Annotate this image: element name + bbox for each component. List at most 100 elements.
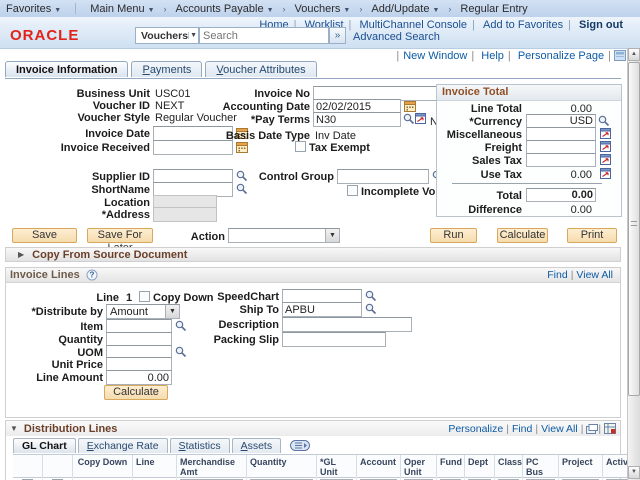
currency-detail-icon[interactable] (600, 128, 611, 139)
supplier-id-label: Supplier ID (10, 171, 150, 183)
tab-invoice-information[interactable]: Invoice Information (5, 61, 128, 77)
view-all-link[interactable]: View All (576, 269, 613, 281)
lookup-icon[interactable] (365, 303, 377, 315)
grid-col-line: Line (133, 455, 177, 477)
main-menu[interactable]: Main Menu▼ (84, 3, 160, 15)
multichannel-console-link[interactable]: MultiChannel Console (359, 19, 467, 31)
calendar-icon[interactable] (236, 141, 248, 153)
invoice-no-label: Invoice No (170, 88, 310, 100)
copy-url-icon[interactable] (614, 50, 626, 61)
speedchart-label: SpeedChart (179, 291, 279, 303)
invoice-lines-section: Invoice Lines ? Find|View All Line 1 Cop… (5, 267, 621, 418)
zoom-grid-icon[interactable] (586, 424, 598, 434)
lookup-icon[interactable] (598, 115, 610, 127)
grid-col-select2 (43, 455, 73, 477)
currency-detail-icon[interactable] (600, 141, 611, 152)
favorites-menu[interactable]: Favorites▼ (0, 3, 67, 15)
line-calculate-button[interactable]: Calculate (104, 385, 168, 400)
breadcrumb-separator: › (445, 4, 454, 14)
breadcrumb-add-update[interactable]: Add/Update▼ (365, 3, 445, 15)
advanced-search-link[interactable]: Advanced Search (353, 31, 440, 43)
chevron-down-icon: ▼ (188, 32, 198, 39)
help-link[interactable]: Help (481, 50, 504, 62)
distribute-by-select[interactable]: Amount ▼ (106, 304, 180, 319)
invoice-date-label: Invoice Date (10, 128, 150, 140)
invoice-received-field[interactable] (153, 140, 233, 155)
print-button[interactable]: Print (567, 228, 617, 243)
lookup-icon[interactable] (236, 183, 248, 195)
tab-statistics[interactable]: Statistics (170, 438, 230, 453)
tab-exchange-rate[interactable]: Exchange Rate (78, 438, 168, 453)
line-amount-field[interactable] (106, 370, 172, 385)
pay-terms-field[interactable] (313, 112, 401, 127)
view-all-link[interactable]: View All (541, 423, 578, 435)
new-window-link[interactable]: New Window (403, 50, 467, 62)
vertical-scrollbar[interactable]: ▲ ▼ (627, 48, 640, 480)
find-link[interactable]: Find (512, 423, 532, 435)
breadcrumb-accounts-payable[interactable]: Accounts Payable▼ (170, 3, 280, 15)
help-icon[interactable]: ? (86, 269, 98, 281)
total-field[interactable] (526, 188, 596, 202)
chevron-down-icon: ▼ (54, 7, 61, 14)
download-grid-icon[interactable] (604, 423, 616, 434)
copy-down-checkbox[interactable] (139, 291, 150, 302)
lookup-icon[interactable] (365, 290, 377, 302)
chevron-down-icon: ▼ (343, 7, 350, 14)
oracle-logo: ORACLE (10, 27, 79, 44)
tab-gl-chart[interactable]: GL Chart (13, 438, 76, 453)
breadcrumb-vouchers[interactable]: Vouchers▼ (289, 3, 357, 15)
lookup-icon[interactable] (175, 346, 187, 358)
scrollbar-thumb[interactable] (628, 62, 640, 396)
sign-out-link[interactable]: Sign out (579, 19, 623, 31)
find-link[interactable]: Find (547, 269, 567, 281)
grid-col-select1 (13, 455, 43, 477)
freight-field[interactable] (526, 140, 596, 154)
tab-voucher-attributes[interactable]: Voucher Attributes (205, 61, 316, 77)
copy-from-source-section[interactable]: ▶ Copy From Source Document (5, 247, 621, 262)
search-scope-select[interactable]: Vouchers ▼ (135, 27, 199, 44)
control-group-label: Control Group (194, 171, 334, 183)
currency-detail-icon[interactable] (600, 168, 611, 179)
business-unit-label: Business Unit (10, 88, 150, 100)
miscellaneous-field[interactable] (526, 127, 596, 141)
incomplete-voucher-checkbox[interactable] (347, 185, 358, 196)
distribution-links: Personalize|Find|View All| | (445, 423, 616, 435)
sales-tax-field[interactable] (526, 153, 596, 167)
scroll-down-button[interactable]: ▼ (628, 466, 640, 479)
show-all-tabs-icon[interactable] (290, 440, 310, 451)
tax-exempt-checkbox[interactable] (295, 141, 306, 152)
invoice-total-title: Invoice Total (437, 85, 621, 101)
collapse-arrow-icon[interactable]: ▼ (10, 424, 18, 433)
calendar-icon[interactable] (404, 100, 416, 112)
personalize-page-link[interactable]: Personalize Page (518, 50, 604, 62)
expand-arrow-icon[interactable]: ▶ (18, 250, 24, 259)
ship-to-field[interactable] (282, 302, 362, 317)
currency-field[interactable] (526, 114, 596, 128)
lookup-icon[interactable] (403, 113, 415, 125)
line-amount-label: Line Amount (6, 372, 103, 384)
tab-payments[interactable]: Payments (131, 61, 202, 77)
calculate-button[interactable]: Calculate (497, 228, 548, 243)
search-input[interactable] (199, 27, 329, 44)
run-button[interactable]: Run (430, 228, 477, 243)
description-field[interactable] (282, 317, 412, 332)
save-for-later-button[interactable]: Save For Later (87, 228, 153, 243)
distribution-tabs: GL ChartExchange RateStatisticsAssets (13, 438, 310, 453)
quantity-label: Quantity (6, 334, 103, 346)
tab-assets[interactable]: Assets (232, 438, 282, 453)
pay-terms-detail-icon[interactable] (415, 113, 426, 124)
control-group-field[interactable] (337, 169, 429, 184)
scroll-up-button[interactable]: ▲ (628, 48, 640, 61)
chevron-down-icon: ▼ (165, 305, 179, 318)
personalize-link[interactable]: Personalize (448, 423, 503, 435)
line-total-label: Line Total (446, 103, 522, 115)
search-go-button[interactable]: » (329, 27, 346, 44)
currency-detail-icon[interactable] (600, 154, 611, 165)
add-to-favorites-link[interactable]: Add to Favorites (483, 19, 563, 31)
save-button[interactable]: Save (12, 228, 77, 243)
svg-text:?: ? (89, 271, 94, 280)
action-select[interactable]: ▼ (228, 228, 340, 243)
packing-slip-field[interactable] (282, 332, 386, 347)
unit-price-label: Unit Price (6, 359, 103, 371)
grid-col-pc-bus-unit: PC Bus Unit (523, 455, 559, 477)
